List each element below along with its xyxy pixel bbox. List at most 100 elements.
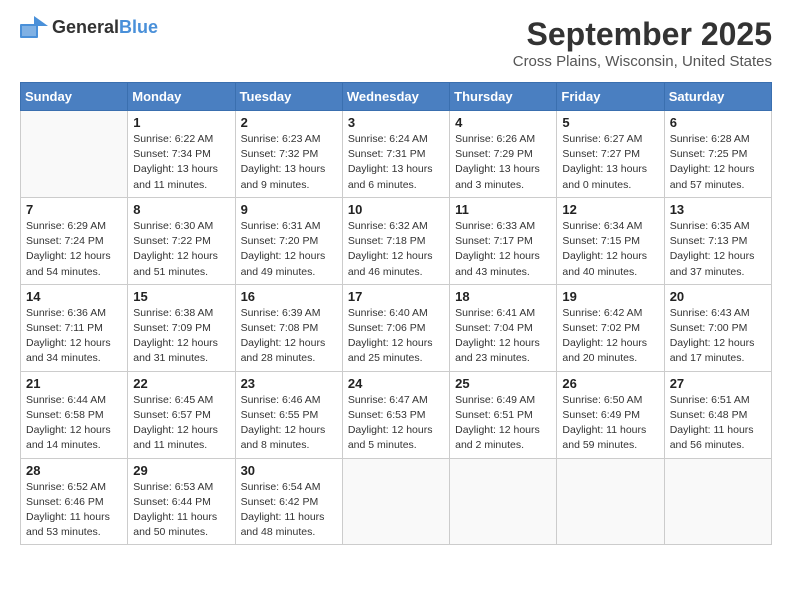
calendar-cell: 27Sunrise: 6:51 AMSunset: 6:48 PMDayligh… [664,371,771,458]
calendar-cell: 26 Sunrise: 6:50 AMSunset: 6:49 PMDayligh… [557,371,664,458]
calendar-cell: 17 Sunrise: 6:40 AMSunset: 7:06 PMDayligh… [342,284,449,371]
logo-icon [20,16,48,38]
weekday-header-sunday: Sunday [21,83,128,111]
calendar-cell: 21 Sunrise: 6:44 AMSunset: 6:58 PMDayligh… [21,371,128,458]
day-number: 25 [455,376,551,391]
cell-daylight-info: Sunrise: 6:32 AMSunset: 7:18 PMDaylight:… [348,219,444,280]
cell-daylight-info: Sunrise: 6:45 AMSunset: 6:57 PMDaylight:… [133,393,229,454]
weekday-header-wednesday: Wednesday [342,83,449,111]
location-title: Cross Plains, Wisconsin, United States [513,53,772,70]
day-number: 23 [241,376,337,391]
day-number: 16 [241,289,337,304]
week-row-1: 7 Sunrise: 6:29 AMSunset: 7:24 PMDaylight… [21,197,772,284]
calendar-cell [342,458,449,545]
weekday-header-friday: Friday [557,83,664,111]
cell-daylight-info: Sunrise: 6:40 AMSunset: 7:06 PMDaylight:… [348,306,444,367]
calendar-cell [21,111,128,198]
week-row-2: 14Sunrise: 6:36 AMSunset: 7:11 PMDayligh… [21,284,772,371]
calendar-cell: 2Sunrise: 6:23 AMSunset: 7:32 PMDaylight… [235,111,342,198]
calendar-cell: 19 Sunrise: 6:42 AMSunset: 7:02 PMDayligh… [557,284,664,371]
day-number: 29 [133,463,229,478]
cell-daylight-info: Sunrise: 6:49 AMSunset: 6:51 PMDaylight:… [455,393,551,454]
title-area: September 2025 Cross Plains, Wisconsin, … [513,16,772,70]
logo-general: General [52,17,119,37]
cell-daylight-info: Sunrise: 6:42 AMSunset: 7:02 PMDaylight:… [562,306,658,367]
day-number: 15 [133,289,229,304]
calendar-cell: 11 Sunrise: 6:33 AMSunset: 7:17 PMDayligh… [450,197,557,284]
calendar-cell: 6Sunrise: 6:28 AMSunset: 7:25 PMDaylight… [664,111,771,198]
day-number: 4 [455,115,551,130]
cell-daylight-info: Sunrise: 6:47 AMSunset: 6:53 PMDaylight:… [348,393,444,454]
logo-blue: Blue [119,17,158,37]
calendar-cell: 18Sunrise: 6:41 AMSunset: 7:04 PMDayligh… [450,284,557,371]
cell-daylight-info: Sunrise: 6:26 AMSunset: 7:29 PMDaylight:… [455,132,551,193]
calendar-cell: 29 Sunrise: 6:53 AMSunset: 6:44 PMDayligh… [128,458,235,545]
day-number: 3 [348,115,444,130]
day-number: 7 [26,202,122,217]
calendar-cell: 25 Sunrise: 6:49 AMSunset: 6:51 PMDayligh… [450,371,557,458]
cell-daylight-info: Sunrise: 6:34 AMSunset: 7:15 PMDaylight:… [562,219,658,280]
cell-daylight-info: Sunrise: 6:30 AMSunset: 7:22 PMDaylight:… [133,219,229,280]
calendar-cell: 4 Sunrise: 6:26 AMSunset: 7:29 PMDaylight… [450,111,557,198]
week-row-4: 28 Sunrise: 6:52 AMSunset: 6:46 PMDayligh… [21,458,772,545]
day-number: 26 [562,376,658,391]
day-number: 20 [670,289,766,304]
cell-daylight-info: Sunrise: 6:36 AMSunset: 7:11 PMDaylight:… [26,306,122,367]
day-number: 28 [26,463,122,478]
calendar-cell: 8 Sunrise: 6:30 AMSunset: 7:22 PMDaylight… [128,197,235,284]
day-number: 24 [348,376,444,391]
cell-daylight-info: Sunrise: 6:46 AMSunset: 6:55 PMDaylight:… [241,393,337,454]
calendar-cell: 23 Sunrise: 6:46 AMSunset: 6:55 PMDayligh… [235,371,342,458]
calendar-cell: 15Sunrise: 6:38 AMSunset: 7:09 PMDayligh… [128,284,235,371]
weekday-header-row: SundayMondayTuesdayWednesdayThursdayFrid… [21,83,772,111]
calendar: SundayMondayTuesdayWednesdayThursdayFrid… [20,82,772,545]
day-number: 5 [562,115,658,130]
day-number: 8 [133,202,229,217]
calendar-cell: 22Sunrise: 6:45 AMSunset: 6:57 PMDayligh… [128,371,235,458]
day-number: 19 [562,289,658,304]
cell-daylight-info: Sunrise: 6:35 AMSunset: 7:13 PMDaylight:… [670,219,766,280]
logo: GeneralBlue [20,16,158,38]
cell-daylight-info: Sunrise: 6:24 AMSunset: 7:31 PMDaylight:… [348,132,444,193]
cell-daylight-info: Sunrise: 6:54 AMSunset: 6:42 PMDaylight:… [241,480,337,541]
logo-text: GeneralBlue [52,17,158,38]
day-number: 11 [455,202,551,217]
calendar-cell: 16 Sunrise: 6:39 AMSunset: 7:08 PMDayligh… [235,284,342,371]
calendar-cell: 1Sunrise: 6:22 AMSunset: 7:34 PMDaylight… [128,111,235,198]
calendar-cell: 10Sunrise: 6:32 AMSunset: 7:18 PMDayligh… [342,197,449,284]
calendar-cell: 30Sunrise: 6:54 AMSunset: 6:42 PMDayligh… [235,458,342,545]
cell-daylight-info: Sunrise: 6:44 AMSunset: 6:58 PMDaylight:… [26,393,122,454]
day-number: 12 [562,202,658,217]
calendar-cell: 20 Sunrise: 6:43 AMSunset: 7:00 PMDayligh… [664,284,771,371]
weekday-header-monday: Monday [128,83,235,111]
cell-daylight-info: Sunrise: 6:27 AMSunset: 7:27 PMDaylight:… [562,132,658,193]
cell-daylight-info: Sunrise: 6:29 AMSunset: 7:24 PMDaylight:… [26,219,122,280]
calendar-cell [557,458,664,545]
cell-daylight-info: Sunrise: 6:50 AMSunset: 6:49 PMDaylight:… [562,393,658,454]
weekday-header-thursday: Thursday [450,83,557,111]
day-number: 18 [455,289,551,304]
month-title: September 2025 [513,16,772,53]
calendar-cell: 14Sunrise: 6:36 AMSunset: 7:11 PMDayligh… [21,284,128,371]
calendar-cell: 13 Sunrise: 6:35 AMSunset: 7:13 PMDayligh… [664,197,771,284]
cell-daylight-info: Sunrise: 6:33 AMSunset: 7:17 PMDaylight:… [455,219,551,280]
day-number: 6 [670,115,766,130]
calendar-cell: 5 Sunrise: 6:27 AMSunset: 7:27 PMDaylight… [557,111,664,198]
day-number: 17 [348,289,444,304]
cell-daylight-info: Sunrise: 6:53 AMSunset: 6:44 PMDaylight:… [133,480,229,541]
cell-daylight-info: Sunrise: 6:52 AMSunset: 6:46 PMDaylight:… [26,480,122,541]
day-number: 13 [670,202,766,217]
calendar-cell [664,458,771,545]
cell-daylight-info: Sunrise: 6:23 AMSunset: 7:32 PMDaylight:… [241,132,337,193]
cell-daylight-info: Sunrise: 6:51 AMSunset: 6:48 PMDaylight:… [670,393,766,454]
calendar-cell: 28 Sunrise: 6:52 AMSunset: 6:46 PMDayligh… [21,458,128,545]
week-row-0: 1Sunrise: 6:22 AMSunset: 7:34 PMDaylight… [21,111,772,198]
cell-daylight-info: Sunrise: 6:43 AMSunset: 7:00 PMDaylight:… [670,306,766,367]
weekday-header-saturday: Saturday [664,83,771,111]
day-number: 9 [241,202,337,217]
weekday-header-tuesday: Tuesday [235,83,342,111]
day-number: 21 [26,376,122,391]
calendar-cell [450,458,557,545]
cell-daylight-info: Sunrise: 6:39 AMSunset: 7:08 PMDaylight:… [241,306,337,367]
calendar-cell: 12 Sunrise: 6:34 AMSunset: 7:15 PMDayligh… [557,197,664,284]
